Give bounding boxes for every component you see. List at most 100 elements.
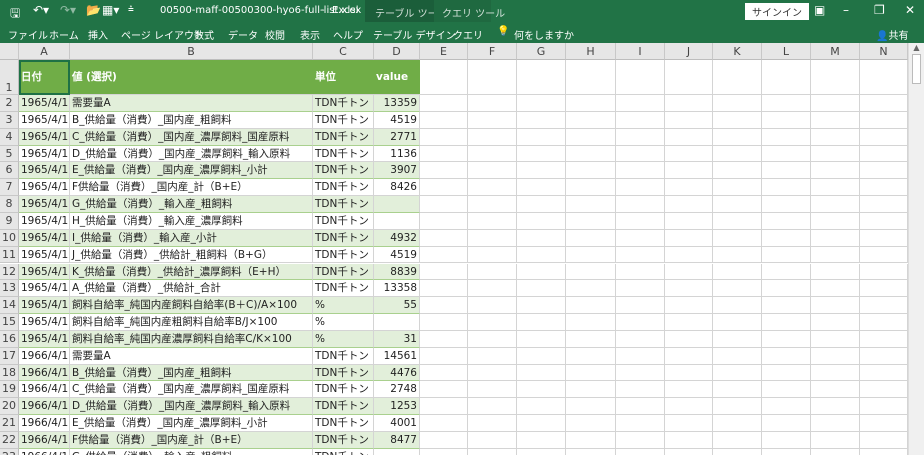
item-cell[interactable]: G_供給量（消費）_輸入産_粗飼料 <box>70 448 313 455</box>
cell[interactable] <box>713 179 762 197</box>
cell[interactable] <box>616 196 665 213</box>
date-cell[interactable]: 1965/4/1 <box>19 229 70 247</box>
cell[interactable] <box>713 60 762 95</box>
cell[interactable] <box>665 196 713 213</box>
tab-insert[interactable]: 挿入 <box>88 27 108 42</box>
cell[interactable] <box>811 179 860 197</box>
row-header[interactable]: 15 <box>0 314 19 331</box>
cell[interactable] <box>713 212 762 230</box>
column-header-M[interactable]: M <box>811 43 860 60</box>
cell[interactable] <box>762 212 811 230</box>
signin-button[interactable]: サインイン <box>745 3 809 20</box>
row-header[interactable]: 20 <box>0 398 19 416</box>
cell[interactable] <box>811 145 860 163</box>
column-header-E[interactable]: E <box>420 43 468 60</box>
select-all-corner[interactable] <box>0 43 19 60</box>
cell[interactable] <box>713 196 762 213</box>
cell[interactable] <box>860 212 908 230</box>
cell[interactable] <box>566 128 616 146</box>
row-header[interactable]: 16 <box>0 330 19 348</box>
cell[interactable] <box>860 229 908 247</box>
cell[interactable] <box>566 145 616 163</box>
redo-icon[interactable]: ↷▾ <box>60 3 76 17</box>
cell[interactable] <box>616 60 665 95</box>
unit-cell[interactable]: TDN千トン <box>313 364 374 382</box>
cell[interactable] <box>566 162 616 180</box>
cell[interactable] <box>860 330 908 348</box>
header-cell[interactable]: 単位 <box>313 60 374 95</box>
unit-cell[interactable]: TDN千トン <box>313 128 374 146</box>
value-cell[interactable]: 1136 <box>374 145 420 163</box>
item-cell[interactable]: H_供給量（消費）_輸入産_濃厚飼料 <box>70 212 313 230</box>
cell[interactable] <box>517 212 566 230</box>
cell[interactable] <box>665 381 713 399</box>
cell[interactable] <box>420 128 468 146</box>
cell[interactable] <box>616 263 665 281</box>
cell[interactable] <box>811 448 860 455</box>
cell[interactable] <box>811 415 860 432</box>
unit-cell[interactable]: TDN千トン <box>313 280 374 298</box>
cell[interactable] <box>616 314 665 331</box>
column-header-I[interactable]: I <box>616 43 665 60</box>
cell[interactable] <box>811 364 860 382</box>
column-header-H[interactable]: H <box>566 43 616 60</box>
item-cell[interactable]: B_供給量（消費）_国内産_粗飼料 <box>70 111 313 129</box>
cell[interactable] <box>566 246 616 264</box>
cell[interactable] <box>811 297 860 315</box>
cell[interactable] <box>665 212 713 230</box>
cell[interactable] <box>517 145 566 163</box>
unit-cell[interactable]: % <box>313 297 374 315</box>
date-cell[interactable]: 1966/4/1 <box>19 364 70 382</box>
cell[interactable] <box>860 162 908 180</box>
cell[interactable] <box>860 314 908 331</box>
cell[interactable] <box>566 196 616 213</box>
cell[interactable] <box>860 448 908 455</box>
tab-page-layout[interactable]: ページ レイアウト <box>121 27 204 42</box>
row-header[interactable]: 5 <box>0 145 19 163</box>
item-cell[interactable]: E_供給量（消費）_国内産_濃厚飼料_小計 <box>70 415 313 432</box>
unit-cell[interactable]: TDN千トン <box>313 448 374 455</box>
date-cell[interactable]: 1965/4/1 <box>19 314 70 331</box>
customize-qat-icon[interactable]: ⩮ <box>128 4 134 15</box>
item-cell[interactable]: 飼料自給率_純国内産粗飼料自給率B/J×100 <box>70 314 313 331</box>
cell[interactable] <box>616 212 665 230</box>
cell[interactable] <box>713 95 762 112</box>
cell[interactable] <box>517 162 566 180</box>
unit-cell[interactable]: TDN千トン <box>313 179 374 197</box>
date-cell[interactable]: 1965/4/1 <box>19 145 70 163</box>
cell[interactable] <box>762 179 811 197</box>
column-header-A[interactable]: A <box>19 43 70 60</box>
tab-review[interactable]: 校閲 <box>265 27 285 42</box>
cell[interactable] <box>517 196 566 213</box>
unit-cell[interactable]: TDN千トン <box>313 111 374 129</box>
cell[interactable] <box>860 145 908 163</box>
cell[interactable] <box>811 347 860 365</box>
value-cell[interactable]: 3907 <box>374 162 420 180</box>
item-cell[interactable]: B_供給量（消費）_国内産_粗飼料 <box>70 364 313 382</box>
scroll-up-icon[interactable]: ▲ <box>909 43 924 52</box>
cell[interactable] <box>468 162 517 180</box>
cell[interactable] <box>468 381 517 399</box>
cell[interactable] <box>566 297 616 315</box>
cell[interactable] <box>713 297 762 315</box>
cell[interactable] <box>517 229 566 247</box>
cell[interactable] <box>566 111 616 129</box>
ribbon-display-icon[interactable]: ▣ <box>814 3 825 17</box>
cell[interactable] <box>420 263 468 281</box>
date-cell[interactable]: 1965/4/1 <box>19 263 70 281</box>
cell[interactable] <box>811 330 860 348</box>
cell[interactable] <box>566 448 616 455</box>
row-header[interactable]: 21 <box>0 415 19 432</box>
cell[interactable] <box>762 330 811 348</box>
column-header-F[interactable]: F <box>468 43 517 60</box>
cell[interactable] <box>420 145 468 163</box>
cell[interactable] <box>860 415 908 432</box>
cell[interactable] <box>713 246 762 264</box>
undo-icon[interactable]: ↶▾ <box>33 3 49 17</box>
row-header[interactable]: 22 <box>0 432 19 449</box>
value-cell[interactable]: 8839 <box>374 263 420 281</box>
cell[interactable] <box>468 297 517 315</box>
cell[interactable] <box>665 398 713 416</box>
cell[interactable] <box>468 196 517 213</box>
cell[interactable] <box>811 432 860 449</box>
